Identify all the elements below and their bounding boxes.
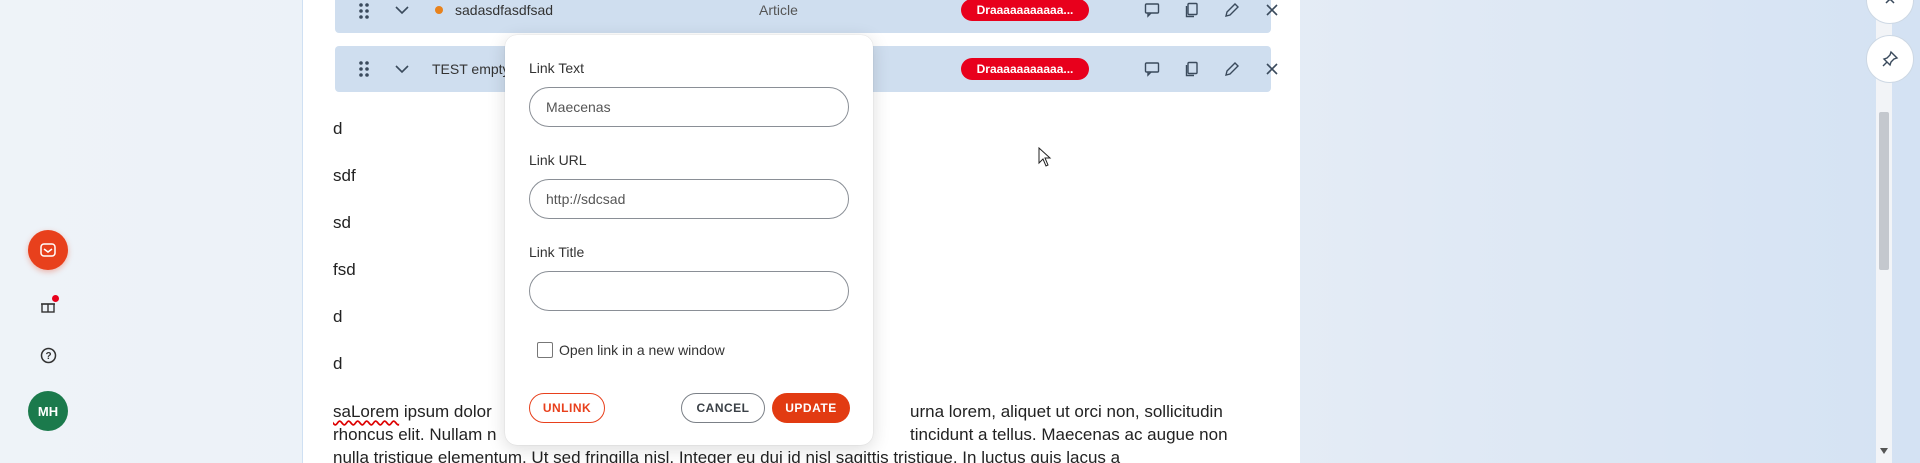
- inbox-button[interactable]: [28, 230, 68, 270]
- mouse-cursor-icon: [1038, 147, 1052, 167]
- help-button[interactable]: ?: [28, 335, 68, 375]
- block-type: Article: [759, 2, 798, 18]
- pin-button[interactable]: [1866, 35, 1914, 83]
- edit-icon[interactable]: [1221, 58, 1243, 80]
- link-title-label: Link Title: [529, 244, 585, 260]
- collapse-button[interactable]: [1866, 0, 1914, 24]
- chevron-down-icon[interactable]: [393, 1, 411, 19]
- new-window-label[interactable]: Open link in a new window: [559, 342, 725, 358]
- content-block-bar[interactable]: sadasdfasdfsad Article Draaaaaaaaaaa...: [335, 0, 1278, 33]
- status-badge: Draaaaaaaaaaa...: [961, 0, 1089, 21]
- unlink-button[interactable]: UNLINK: [529, 393, 605, 423]
- duplicate-icon[interactable]: [1181, 58, 1203, 80]
- block-title: TEST empty: [432, 61, 510, 77]
- link-text-label: Link Text: [529, 60, 584, 76]
- close-icon[interactable]: [1261, 58, 1283, 80]
- svg-text:?: ?: [45, 351, 51, 362]
- paragraph[interactable]: fsd: [333, 260, 356, 280]
- link-title-input[interactable]: [529, 271, 849, 311]
- link-text-input[interactable]: [529, 87, 849, 127]
- edit-icon[interactable]: [1221, 0, 1243, 21]
- link-url-label: Link URL: [529, 152, 587, 168]
- scroll-down-arrow-icon[interactable]: [1880, 448, 1888, 454]
- link-url-input[interactable]: [529, 179, 849, 219]
- new-window-checkbox[interactable]: [537, 342, 553, 358]
- scrollbar-thumb[interactable]: [1879, 112, 1889, 270]
- drag-handle-icon[interactable]: [357, 59, 371, 79]
- paragraph[interactable]: d: [333, 354, 342, 374]
- help-icon: ?: [40, 347, 56, 363]
- update-button[interactable]: UPDATE: [772, 393, 850, 423]
- comment-icon[interactable]: [1141, 0, 1163, 21]
- new-window-option[interactable]: Open link in a new window: [537, 342, 725, 358]
- block-title: sadasdfasdfsad: [455, 2, 554, 18]
- pin-icon: [1882, 50, 1899, 67]
- status-dot: [435, 6, 443, 14]
- avatar-initials: MH: [37, 403, 59, 419]
- user-avatar[interactable]: MH: [28, 391, 68, 431]
- paragraph[interactable]: sd: [333, 213, 351, 233]
- cancel-button[interactable]: CANCEL: [681, 393, 765, 423]
- paragraph[interactable]: d: [333, 307, 342, 327]
- paragraph[interactable]: d: [333, 119, 342, 139]
- link-dialog: Link Text Link URL Link Title Open link …: [505, 35, 873, 445]
- drag-handle-icon[interactable]: [357, 1, 371, 21]
- inbox-icon: [40, 243, 56, 257]
- double-chevron-icon: [1885, 0, 1895, 4]
- notification-dot: [52, 295, 59, 302]
- misspelled-word[interactable]: saLorem: [333, 402, 399, 421]
- chevron-down-icon[interactable]: [393, 60, 411, 78]
- comment-icon[interactable]: [1141, 58, 1163, 80]
- status-badge: Draaaaaaaaaaa...: [961, 58, 1089, 80]
- close-icon[interactable]: [1261, 0, 1283, 21]
- paragraph[interactable]: sdf: [333, 166, 356, 186]
- duplicate-icon[interactable]: [1181, 0, 1203, 21]
- whats-new-button[interactable]: [28, 286, 68, 326]
